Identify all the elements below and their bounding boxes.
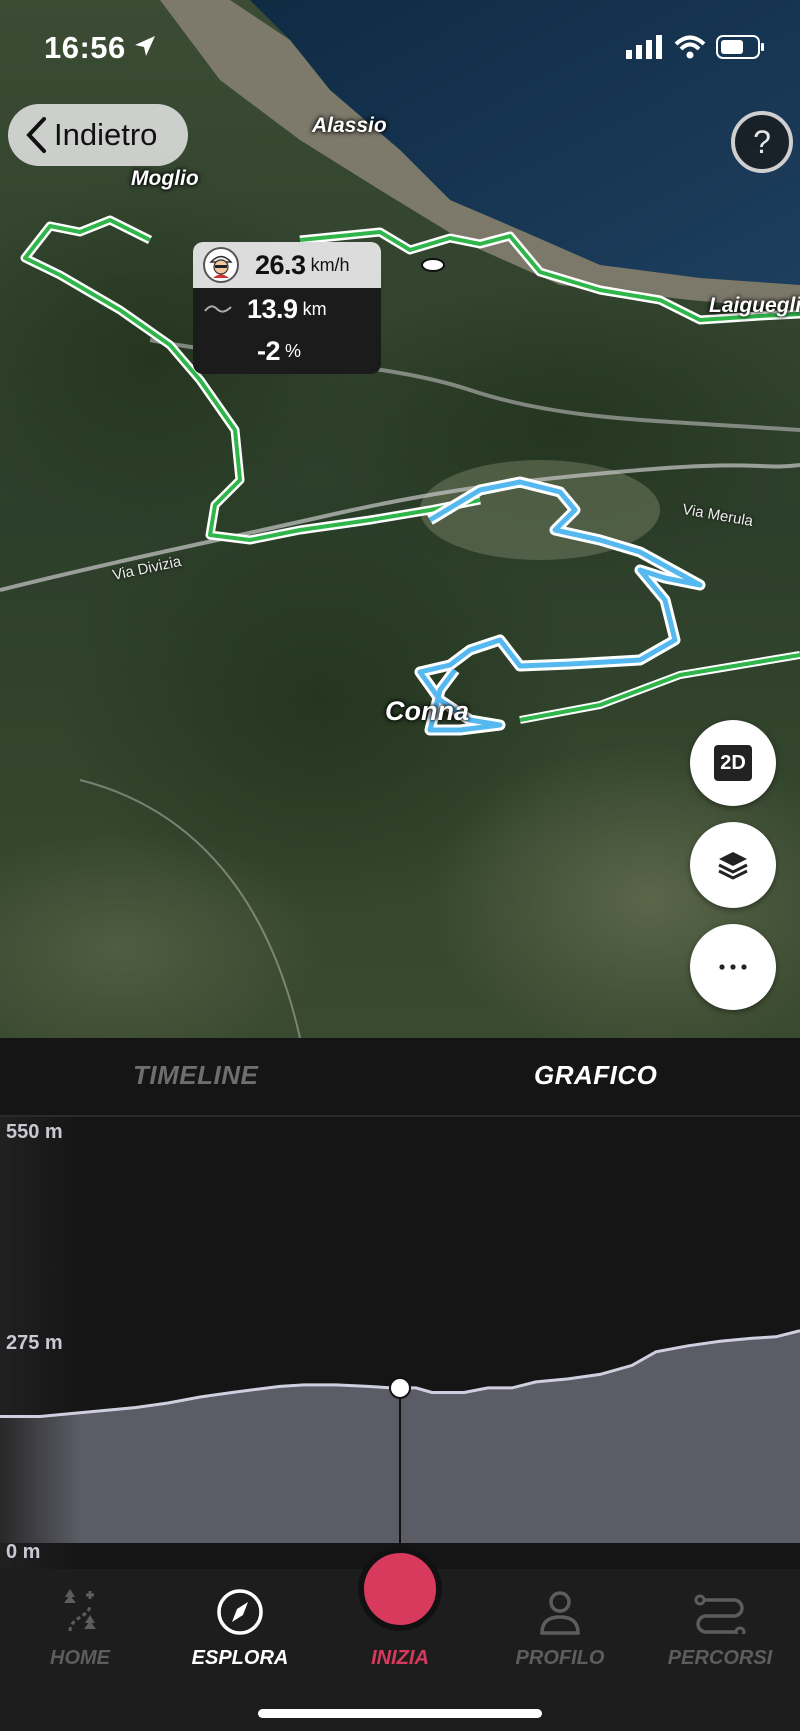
y-tick-label: 550 m xyxy=(6,1121,63,1143)
routes-icon xyxy=(694,1594,746,1634)
layers-button[interactable] xyxy=(690,822,776,908)
y-tick-label: 275 m xyxy=(6,1332,63,1354)
cursor-handle[interactable] xyxy=(389,1376,411,1399)
bottom-nav: HOME ESPLORA INIZIA PROFILO PERCORSI xyxy=(0,1547,800,1731)
grade-value: -2 xyxy=(257,335,281,366)
nav-home[interactable]: HOME xyxy=(10,1585,150,1670)
nav-profilo[interactable]: PROFILO xyxy=(490,1585,630,1670)
distance-wave-icon xyxy=(204,305,232,313)
nav-label: PERCORSI xyxy=(667,1647,773,1669)
help-button[interactable]: ? xyxy=(731,111,793,173)
grade-row: -2 % xyxy=(193,330,381,372)
chevron-left-icon xyxy=(26,117,46,153)
place-label: Alassio xyxy=(312,114,387,137)
tab-timeline[interactable]: TIMELINE xyxy=(133,1060,258,1091)
status-indicators xyxy=(626,34,766,60)
map-view[interactable]: 16:56 Indietro ? Alassio Moglio Laiguegl… xyxy=(0,0,800,1038)
speed-value: 26.3 xyxy=(255,249,306,280)
back-label: Indietro xyxy=(54,117,158,152)
nav-label: INIZIA xyxy=(371,1647,429,1669)
nav-label: ESPLORA xyxy=(191,1647,289,1669)
place-label: Moglio xyxy=(131,167,199,190)
back-button[interactable]: Indietro xyxy=(8,104,188,166)
more-dots-icon xyxy=(719,964,747,970)
route-trees-icon xyxy=(64,1589,96,1632)
person-icon xyxy=(540,1591,580,1635)
compass-icon xyxy=(217,1589,263,1635)
location-arrow-icon xyxy=(135,36,155,56)
distance-row: 13.9 km xyxy=(193,288,381,330)
cyclist-avatar-icon xyxy=(203,247,239,283)
view-mode-button[interactable]: 2D xyxy=(690,720,776,806)
nav-esplora[interactable]: ESPLORA xyxy=(170,1585,310,1670)
signal-icon xyxy=(626,35,662,59)
place-label: Conna xyxy=(385,696,469,726)
distance-value: 13.9 xyxy=(247,293,298,324)
wifi-icon xyxy=(674,35,706,59)
distance-unit: km xyxy=(302,298,327,319)
y-tick-label: 0 m xyxy=(6,1541,41,1563)
view-mode-label: 2D xyxy=(714,745,752,781)
home-indicator xyxy=(258,1709,542,1718)
tab-grafico[interactable]: GRAFICO xyxy=(534,1060,657,1091)
nav-percorsi[interactable]: PERCORSI xyxy=(650,1585,790,1670)
place-label: Laigueglia xyxy=(709,294,800,317)
status-time: 16:56 xyxy=(44,30,126,65)
nav-label: HOME xyxy=(50,1647,110,1669)
more-options-button[interactable] xyxy=(690,924,776,1010)
elevation-chart[interactable]: 550 m 275 m 0 m xyxy=(0,1117,800,1569)
elevation-plot xyxy=(0,1117,800,1569)
start-record-button[interactable] xyxy=(358,1547,442,1631)
speed-row: 26.3 km/h xyxy=(193,242,381,288)
ride-info-card: 26.3 km/h 13.9 km -2 % xyxy=(193,242,381,374)
grade-unit: % xyxy=(285,340,302,361)
battery-icon xyxy=(716,35,764,59)
nav-label: PROFILO xyxy=(515,1647,605,1669)
layers-icon xyxy=(718,852,748,880)
speed-unit: km/h xyxy=(310,254,350,275)
view-tabs: TIMELINE GRAFICO xyxy=(0,1038,800,1117)
